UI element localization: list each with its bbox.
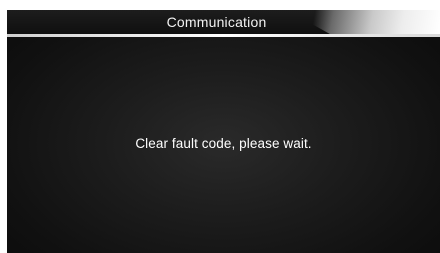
device-screen: Communication Clear fault code, please w… [7,10,440,253]
page-title: Communication [166,14,267,30]
status-message: Clear fault code, please wait. [135,136,312,151]
title-bar: Communication [7,10,440,34]
title-divider [7,34,440,37]
